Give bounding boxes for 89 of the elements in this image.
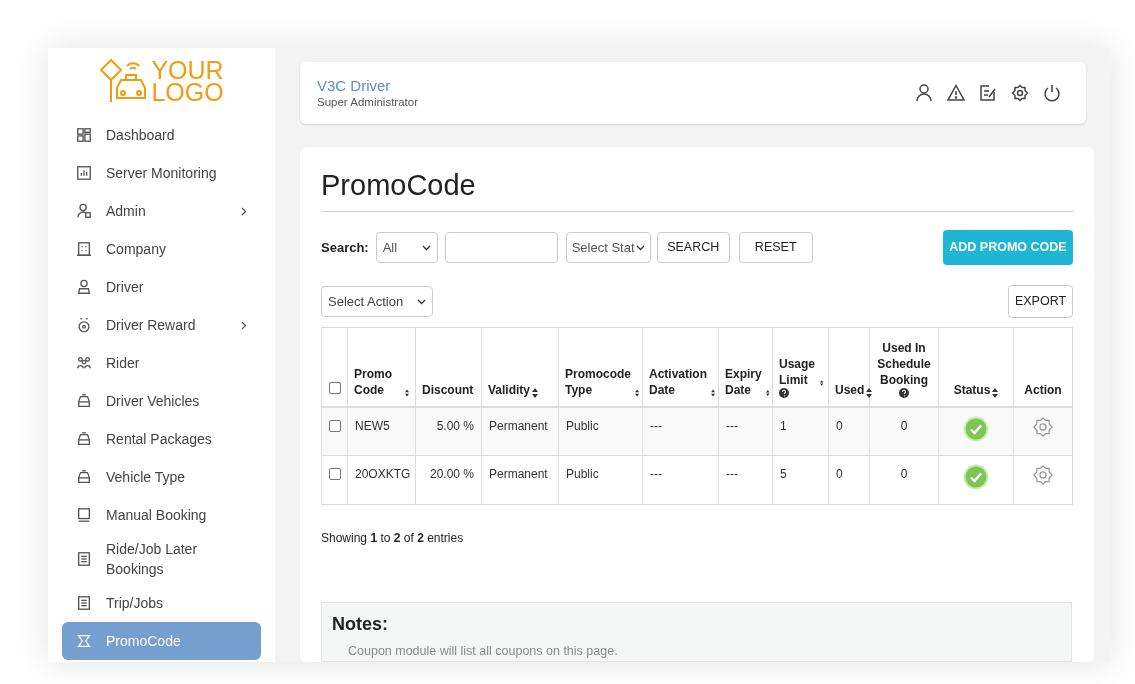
export-button[interactable]: EXPORT: [1008, 285, 1073, 318]
checkbox[interactable]: [328, 468, 341, 480]
table-cell: Public: [566, 467, 599, 481]
car-icon: [76, 431, 92, 447]
medal-icon: [76, 317, 92, 333]
sidebar-item[interactable]: Company: [62, 230, 261, 268]
sidebar-item[interactable]: Trip/Jobs: [62, 584, 261, 622]
power-icon[interactable]: [1043, 84, 1061, 102]
check-circle-icon[interactable]: [963, 415, 989, 442]
reset-button[interactable]: RESET: [738, 232, 813, 263]
dashboard-icon: [76, 127, 92, 143]
search-button[interactable]: SEARCH: [656, 232, 730, 263]
table-cell: Public: [566, 418, 599, 433]
caret-icon: [421, 244, 431, 251]
search-label: Search:: [321, 238, 369, 257]
logo-text: LOGO: [151, 81, 224, 103]
table-cell: 5.00 %: [436, 418, 474, 433]
user-role: Super Administrator: [317, 95, 418, 109]
document-icon: [76, 507, 92, 523]
user-name: V3C Driver: [317, 77, 392, 95]
page-title: PromoCode: [321, 167, 1073, 212]
list-icon: [76, 551, 92, 567]
sort-icon[interactable]: [532, 387, 539, 398]
sidebar-item[interactable]: Admin: [62, 192, 261, 230]
column-header: Action: [1024, 381, 1062, 398]
column-header: Used In Schedule Booking: [876, 339, 932, 388]
car-icon: [76, 393, 92, 409]
table-cell: 0: [900, 418, 908, 433]
search-field[interactable]: [444, 232, 558, 263]
table-cell: ---: [650, 418, 662, 433]
table-cell: ---: [650, 467, 662, 481]
column-header[interactable]: Status: [953, 381, 991, 398]
user-lock-icon: [76, 203, 92, 219]
warning-icon[interactable]: [947, 84, 965, 102]
sidebar-item[interactable]: Server Monitoring: [62, 154, 261, 192]
edit-icon[interactable]: [979, 84, 997, 102]
table-cell: ---: [726, 418, 738, 433]
sort-icon[interactable]: [634, 387, 639, 398]
check-circle-icon[interactable]: [963, 464, 989, 490]
field-select[interactable]: All: [375, 232, 438, 263]
sidebar-item[interactable]: Vehicle Type: [62, 458, 261, 496]
sort-icon[interactable]: [819, 377, 824, 388]
table-cell: Permanent: [489, 418, 548, 433]
caret-icon: [417, 298, 426, 305]
sort-icon[interactable]: [404, 387, 409, 398]
column-header: Discount: [422, 381, 474, 398]
sidebar-item[interactable]: Driver Vehicles: [62, 382, 261, 420]
table-cell: 1: [780, 418, 787, 433]
user-icon[interactable]: [915, 84, 933, 102]
building-icon: [76, 241, 92, 257]
column-header[interactable]: Validity: [488, 381, 531, 398]
table-cell: 0: [900, 467, 908, 481]
logo-text: YOUR: [151, 59, 224, 81]
notes-title: Notes:: [332, 613, 389, 636]
sort-icon[interactable]: [766, 387, 770, 398]
car-icon: [76, 469, 92, 485]
table-cell: 0: [836, 467, 843, 481]
caret-icon: [635, 244, 645, 251]
settings-icon[interactable]: [1011, 84, 1029, 102]
user-icon: [76, 279, 92, 295]
entries-info: Showing 1 to 2 of 2 entries: [321, 530, 465, 547]
checkbox[interactable]: [328, 419, 341, 432]
table-cell: 20.00 %: [429, 467, 474, 481]
sidebar-item[interactable]: Driver: [62, 268, 261, 306]
table-cell: NEW5: [355, 418, 390, 433]
status-select[interactable]: Select Stat: [565, 232, 651, 263]
taxi-logo-icon: [99, 58, 148, 104]
table-cell: Permanent: [489, 467, 548, 481]
note-item: Coupon module will list all coupons on this page.: [347, 643, 619, 660]
sidebar-item[interactable]: Rider: [62, 344, 261, 382]
sort-icon[interactable]: [992, 387, 999, 398]
users-icon: [76, 355, 92, 371]
chart-icon: [76, 165, 92, 181]
column-header[interactable]: Used: [835, 381, 865, 398]
sidebar-item[interactable]: Rental Packages: [62, 420, 261, 458]
table-cell: 20OXKTG: [355, 467, 411, 481]
ticket-icon: [76, 633, 92, 649]
sort-icon[interactable]: [710, 387, 715, 398]
sidebar-item[interactable]: Manual Booking: [62, 496, 261, 534]
table-cell: ---: [726, 467, 738, 481]
sidebar-item[interactable]: Driver Reward: [62, 306, 261, 344]
sidebar-item[interactable]: Ride/Job Later Bookings: [62, 534, 232, 584]
action-select[interactable]: Select Action: [321, 286, 433, 317]
sort-icon[interactable]: [866, 387, 873, 398]
list-icon: [76, 595, 92, 611]
checkbox[interactable]: [328, 381, 341, 394]
sidebar-item[interactable]: Dashboard: [62, 116, 261, 154]
table-cell: 5: [780, 467, 787, 481]
table-cell: 0: [836, 418, 843, 433]
